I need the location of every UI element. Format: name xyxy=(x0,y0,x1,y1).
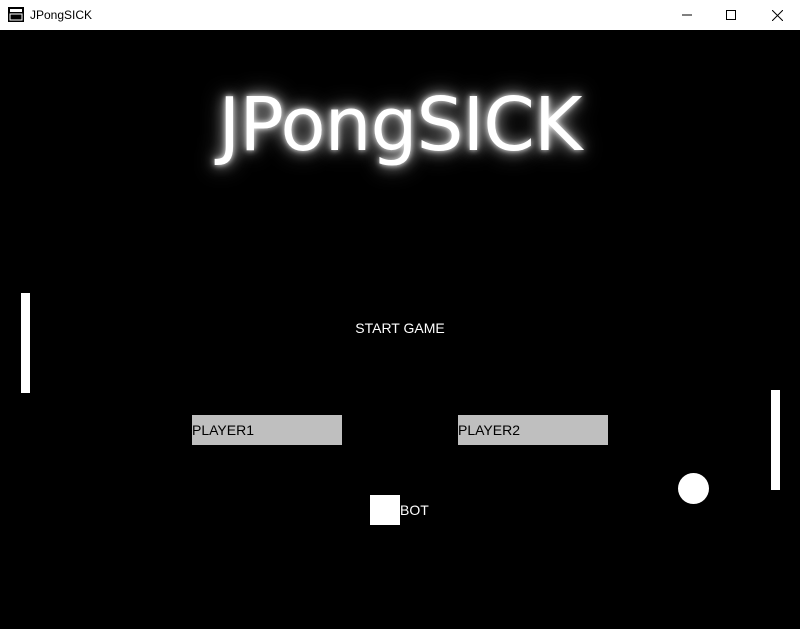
maximize-icon xyxy=(726,10,736,20)
left-paddle xyxy=(21,293,30,393)
start-game-button[interactable]: START GAME xyxy=(300,320,500,336)
game-canvas: JPongSICK START GAME PLAYER1 PLAYER2 BOT xyxy=(0,30,800,629)
minimize-icon xyxy=(682,10,692,20)
close-icon xyxy=(771,9,783,21)
player1-label: PLAYER1 xyxy=(192,422,254,438)
window-title: JPongSICK xyxy=(30,8,93,22)
maximize-button[interactable] xyxy=(708,0,754,30)
player2-label: PLAYER2 xyxy=(458,422,520,438)
title-bar[interactable]: JPongSICK xyxy=(0,0,800,30)
game-window: JPongSICK JPongSICK START GAME PLAYER1 P… xyxy=(0,0,800,629)
player2-button[interactable]: PLAYER2 xyxy=(458,415,608,445)
right-paddle xyxy=(771,390,780,490)
app-window-icon xyxy=(8,7,24,22)
close-button[interactable] xyxy=(754,0,800,30)
bot-checkbox[interactable] xyxy=(370,495,400,525)
bot-toggle[interactable]: BOT xyxy=(370,495,429,525)
bot-label: BOT xyxy=(400,502,429,518)
player1-button[interactable]: PLAYER1 xyxy=(192,415,342,445)
minimize-button[interactable] xyxy=(664,0,710,30)
game-logo: JPongSICK xyxy=(218,82,583,168)
ball xyxy=(678,473,709,504)
